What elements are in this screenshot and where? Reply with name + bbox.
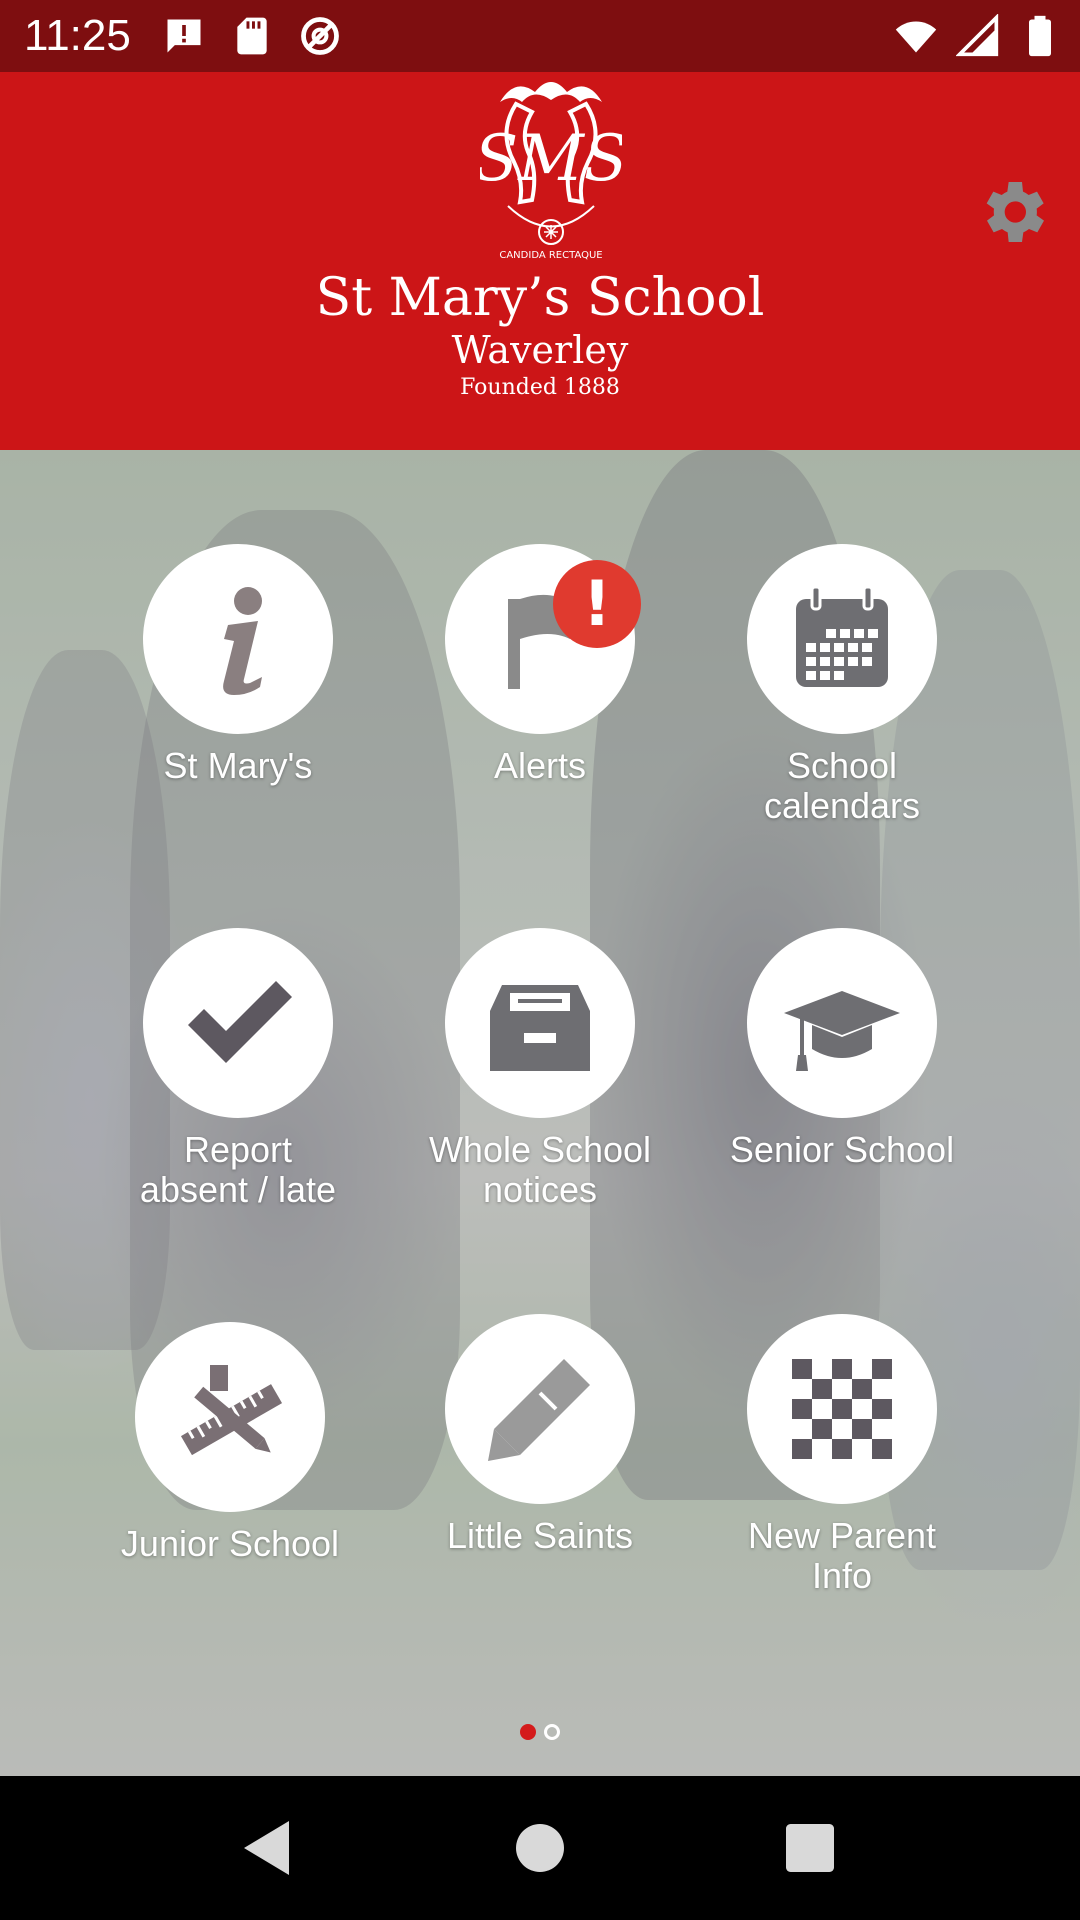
tile-circle xyxy=(445,1314,635,1504)
crest-motto: CANDIDA RECTAQUE xyxy=(499,250,602,261)
school-header: SMS CANDIDA RECTAQUE St Mary’s School Wa… xyxy=(0,72,1080,450)
wifi-icon xyxy=(895,21,937,53)
do-not-disturb-icon xyxy=(301,17,339,55)
sd-card-icon xyxy=(237,17,267,55)
checkerboard-icon xyxy=(792,1359,892,1459)
tile-circle xyxy=(135,1322,325,1512)
tile-label: Senior School xyxy=(729,1129,955,1170)
status-bar: 11:25 xyxy=(0,0,1080,72)
pencil-icon xyxy=(488,1359,590,1461)
navigation-bar xyxy=(0,1776,1080,1920)
tile-circle xyxy=(747,1314,937,1504)
svg-text:SMS: SMS xyxy=(480,122,622,196)
calendar-icon xyxy=(796,585,888,687)
recents-icon[interactable] xyxy=(774,1812,846,1884)
tile-circle xyxy=(747,544,937,734)
ruler-pencil-icon xyxy=(180,1365,283,1456)
school-founded: Founded 1888 xyxy=(460,375,620,400)
tile-circle: ! xyxy=(445,544,641,734)
tile-circle xyxy=(747,928,937,1118)
back-icon[interactable] xyxy=(232,1812,304,1884)
page-dot-1[interactable] xyxy=(520,1724,536,1740)
archive-box-icon xyxy=(490,985,590,1071)
checkmark-icon xyxy=(188,981,292,1063)
tile-new-parent-info[interactable]: New Parent Info xyxy=(692,1314,992,1596)
tile-label: Whole School notices xyxy=(428,1129,652,1210)
tile-whole-school-notices[interactable]: Whole School notices xyxy=(390,928,690,1210)
tile-label: School calendars xyxy=(763,745,921,826)
school-name: St Mary’s School xyxy=(315,268,765,328)
page-dot-2[interactable] xyxy=(544,1724,560,1740)
status-time: 11:25 xyxy=(24,11,131,60)
page-indicator xyxy=(0,1724,1080,1740)
tile-junior-school[interactable]: Junior School xyxy=(80,1322,380,1564)
school-crest-logo: SMS CANDIDA RECTAQUE xyxy=(480,82,622,261)
tile-little-saints[interactable]: Little Saints xyxy=(390,1314,690,1556)
school-location: Waverley xyxy=(451,328,629,372)
tile-circle xyxy=(445,928,635,1118)
background-photo: St Mary's ! Alerts School calendars Repo… xyxy=(0,450,1080,1776)
tile-school-calendars[interactable]: School calendars xyxy=(692,544,992,826)
tile-label: Junior School xyxy=(120,1523,340,1564)
tile-label: Report absent / late xyxy=(139,1129,337,1210)
app-screen: 11:25 SMS CANDIDA RECTAQUE St Mary’s Sch… xyxy=(0,0,1080,1920)
tile-label: Little Saints xyxy=(446,1515,634,1556)
tile-report-absent-late[interactable]: Report absent / late xyxy=(88,928,388,1210)
tile-st-marys[interactable]: St Mary's xyxy=(88,544,388,786)
alert-message-icon xyxy=(167,19,201,53)
tile-label: New Parent Info xyxy=(747,1515,937,1596)
home-icon[interactable] xyxy=(504,1812,576,1884)
battery-icon xyxy=(1029,15,1051,57)
tile-label: St Mary's xyxy=(163,745,313,786)
tile-senior-school[interactable]: Senior School xyxy=(692,928,992,1170)
tile-label: Alerts xyxy=(493,745,587,786)
alert-badge: ! xyxy=(553,560,641,648)
gear-icon[interactable] xyxy=(972,172,1052,252)
tile-circle xyxy=(143,544,333,734)
graduation-cap-icon xyxy=(784,991,900,1071)
tile-circle xyxy=(143,928,333,1118)
info-icon xyxy=(223,587,262,695)
signal-icon xyxy=(956,14,999,57)
tile-alerts[interactable]: ! Alerts xyxy=(390,544,690,786)
